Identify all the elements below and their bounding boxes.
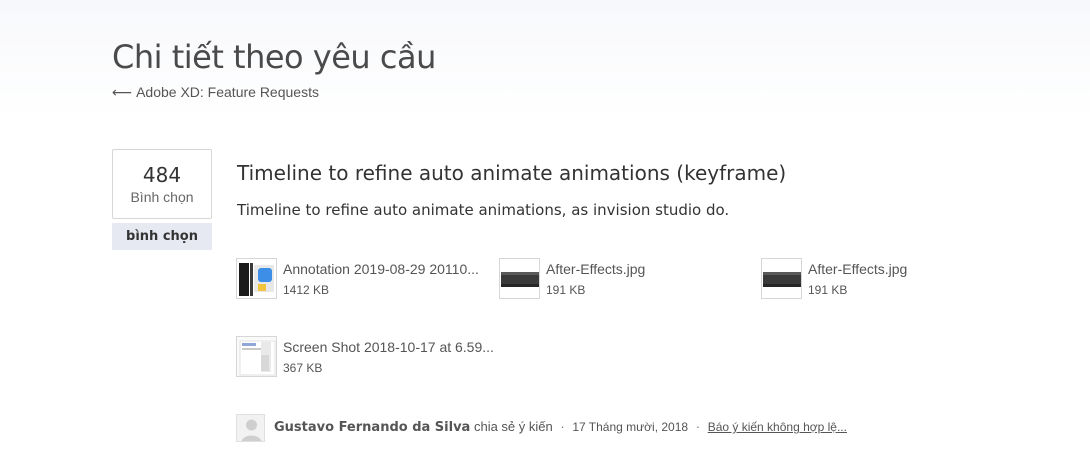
attachment-size: 191 KB: [546, 283, 586, 297]
attachment-item[interactable]: After-Effects.jpg 191 KB: [761, 258, 961, 302]
attachment-name: Screen Shot 2018-10-17 at 6.59...: [283, 339, 494, 355]
vote-count-box: 484 Bình chọn: [112, 149, 212, 219]
separator-dot: ·: [695, 419, 701, 434]
comment-author[interactable]: Gustavo Fernando da Silva: [274, 420, 470, 435]
avatar[interactable]: [236, 414, 265, 442]
report-link[interactable]: Báo ý kiến không hợp lệ...: [708, 420, 847, 434]
page-title: Chi tiết theo yêu cầu: [112, 38, 436, 76]
attachment-size: 1412 KB: [283, 283, 330, 297]
idea-title: Timeline to refine auto animate animatio…: [237, 161, 787, 185]
user-avatar-icon: [237, 415, 264, 441]
attachment-name: After-Effects.jpg: [808, 261, 908, 277]
attachment-item[interactable]: Annotation 2019-08-29 20110... 1412 KB: [236, 258, 486, 302]
idea-description: Timeline to refine auto animate animatio…: [237, 201, 730, 219]
comment-text: Gustavo Fernando da Silva chia sẻ ý kiến…: [274, 419, 847, 435]
attachment-size: 191 KB: [808, 283, 848, 297]
screenshot-thumbnail-icon: [236, 336, 277, 377]
attachment-name: Annotation 2019-08-29 20110...: [283, 261, 479, 277]
comment-action: chia sẻ ý kiến: [473, 419, 553, 434]
vote-button[interactable]: bình chọn: [112, 223, 212, 250]
after-effects-thumbnail-icon: [761, 258, 802, 299]
after-effects-thumbnail-icon: [499, 258, 540, 299]
back-link-label: Adobe XD: Feature Requests: [136, 84, 319, 100]
back-link[interactable]: ⟵ Adobe XD: Feature Requests: [112, 84, 319, 101]
vote-count: 484: [142, 163, 182, 187]
separator-dot: ·: [560, 419, 565, 434]
attachment-size: 367 KB: [283, 361, 323, 375]
attachment-name: After-Effects.jpg: [546, 261, 646, 277]
vote-count-label: Bình chọn: [130, 189, 194, 205]
attachment-item[interactable]: After-Effects.jpg 191 KB: [499, 258, 699, 302]
attachment-item[interactable]: Screen Shot 2018-10-17 at 6.59... 367 KB: [236, 336, 494, 380]
comment-date: 17 Tháng mười, 2018: [572, 420, 689, 434]
annotation-thumbnail-icon: [236, 258, 277, 299]
back-arrow-icon: ⟵: [112, 84, 133, 100]
